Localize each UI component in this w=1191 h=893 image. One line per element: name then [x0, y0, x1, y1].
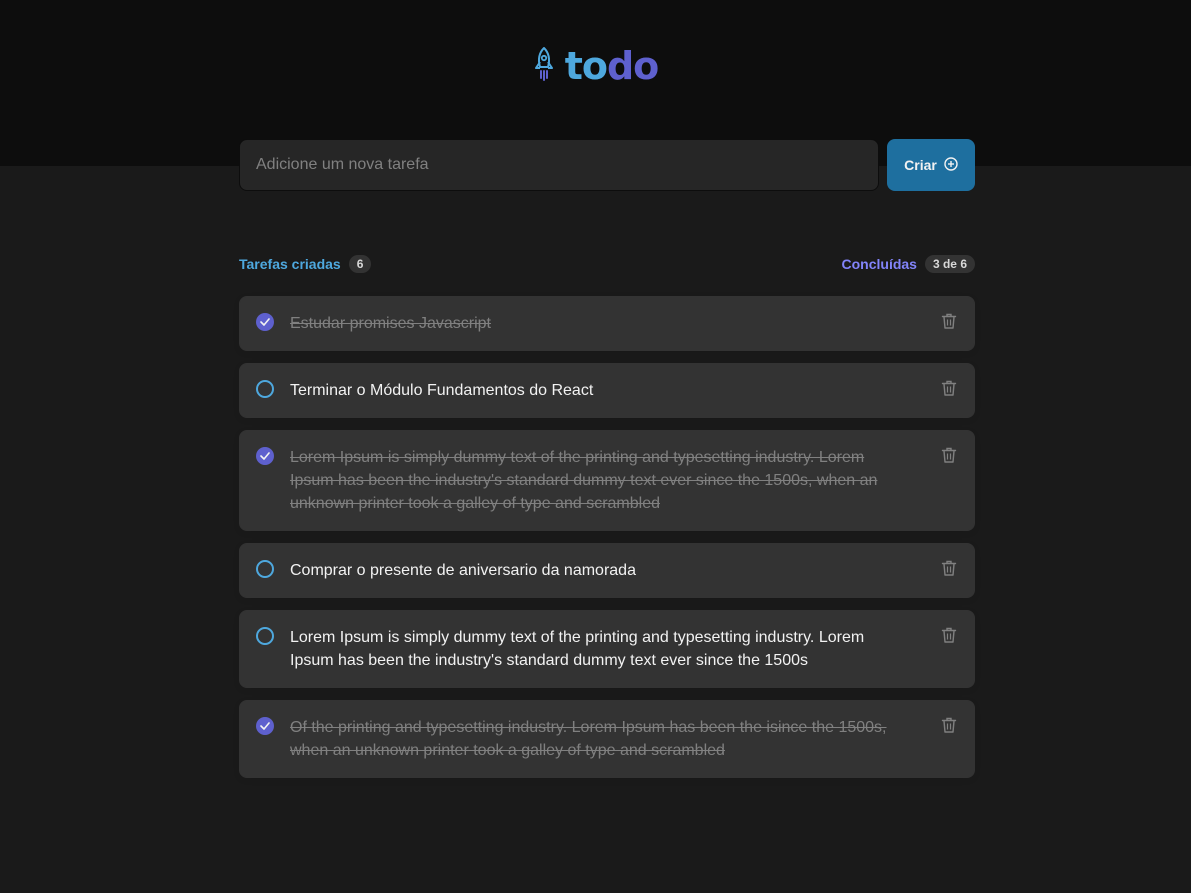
create-button[interactable]: Criar — [887, 139, 975, 191]
trash-icon[interactable] — [940, 446, 958, 464]
unchecked-checkbox-icon[interactable] — [256, 627, 274, 645]
rocket-icon — [533, 46, 555, 87]
task-list: Estudar promises Javascript Terminar o Mó… — [239, 296, 975, 778]
unchecked-checkbox-icon[interactable] — [256, 560, 274, 578]
checked-checkbox-icon[interactable] — [256, 313, 274, 331]
created-label: Tarefas criadas — [239, 256, 341, 272]
checked-checkbox-icon[interactable] — [256, 447, 274, 465]
logo-text-part2: do — [606, 44, 659, 88]
unchecked-checkbox-icon[interactable] — [256, 380, 274, 398]
created-count-badge: 6 — [348, 255, 372, 273]
trash-icon[interactable] — [940, 716, 958, 734]
logo-text: todo — [564, 44, 660, 88]
created-counter: Tarefas criadas 6 — [239, 255, 372, 273]
create-button-label: Criar — [904, 157, 937, 173]
task-counters: Tarefas criadas 6 Concluídas 3 de 6 — [239, 255, 975, 273]
done-counter: Concluídas 3 de 6 — [841, 255, 975, 273]
task-item: Lorem Ipsum is simply dummy text of the … — [239, 430, 975, 531]
task-item: Lorem Ipsum is simply dummy text of the … — [239, 610, 975, 688]
done-count-badge: 3 de 6 — [924, 255, 975, 273]
plus-circle-icon — [944, 156, 958, 174]
logo-text-part1: to — [564, 44, 608, 88]
task-text: Terminar o Módulo Fundamentos do React — [290, 382, 594, 399]
task-item: Of the printing and typesetting industry… — [239, 700, 975, 778]
task-text: Comprar o presente de aniversario da nam… — [290, 562, 636, 579]
trash-icon[interactable] — [940, 626, 958, 644]
trash-icon[interactable] — [940, 559, 958, 577]
task-text: Lorem Ipsum is simply dummy text of the … — [290, 449, 878, 512]
task-text: Lorem Ipsum is simply dummy text of the … — [290, 629, 865, 669]
task-text: Of the printing and typesetting industry… — [290, 719, 887, 759]
new-task-form: Criar — [239, 139, 975, 191]
done-label: Concluídas — [841, 256, 917, 272]
task-item: Estudar promises Javascript — [239, 296, 975, 351]
trash-icon[interactable] — [940, 312, 958, 330]
checked-checkbox-icon[interactable] — [256, 717, 274, 735]
task-item: Comprar o presente de aniversario da nam… — [239, 543, 975, 598]
new-task-input[interactable] — [239, 139, 879, 191]
task-item: Terminar o Módulo Fundamentos do React — [239, 363, 975, 418]
trash-icon[interactable] — [940, 379, 958, 397]
logo: todo — [0, 44, 1191, 88]
task-text: Estudar promises Javascript — [290, 315, 491, 332]
